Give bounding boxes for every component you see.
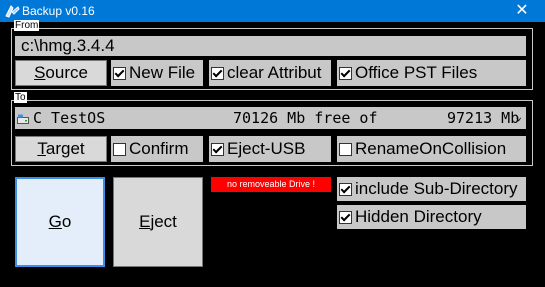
office-pst-label: Office PST Files	[355, 63, 478, 82]
clear-attribut-check-box[interactable]	[211, 66, 224, 80]
clear-attribut-label: clear Attribut	[227, 63, 322, 82]
source-path-field[interactable]: c:\hmg.3.4.4	[15, 36, 526, 56]
new-file-check-box[interactable]	[113, 66, 126, 80]
window-title: Backup v0.16	[22, 4, 95, 18]
go-button-label: Go	[48, 212, 72, 231]
go-button[interactable]: Go	[15, 177, 105, 267]
include-subdir-label: include Sub-Directory	[355, 179, 518, 198]
source-button-label: Source	[34, 63, 88, 82]
confirm-check-box[interactable]	[113, 142, 126, 156]
new-file-checkbox[interactable]: New File	[111, 60, 203, 86]
eject-usb-checkbox[interactable]: Eject-USB	[209, 136, 331, 162]
backup-window: Backup v0.16 ✕ From c:\hmg.3.4.4 Source …	[0, 0, 545, 287]
source-button-label-rest: ource	[45, 63, 88, 82]
new-file-label: New File	[129, 63, 196, 82]
target-button[interactable]: Target	[15, 136, 107, 162]
eject-button-label: Eject	[139, 212, 177, 231]
rename-on-collision-checkbox[interactable]: RenameOnCollision	[337, 136, 526, 162]
eject-button[interactable]: Eject	[113, 177, 203, 267]
title-bar[interactable]: Backup v0.16 ✕	[0, 0, 545, 22]
drive-name: C TestOS	[33, 109, 106, 127]
close-button[interactable]: ✕	[499, 0, 545, 22]
no-drive-alert: no removeable Drive !	[211, 177, 331, 192]
clear-attribut-checkbox[interactable]: clear Attribut	[209, 60, 331, 86]
hidden-directory-check-box[interactable]	[339, 210, 352, 224]
drive-total-space: 97213 Mb	[447, 109, 520, 127]
office-pst-check-box[interactable]	[339, 66, 352, 80]
drive-select[interactable]: C TestOS 70126 Mb free of 97213 Mb ⌄	[15, 107, 526, 129]
source-button[interactable]: Source	[15, 60, 107, 86]
drive-free-space: 70126 Mb free of	[233, 109, 378, 127]
rename-on-collision-label: RenameOnCollision	[355, 139, 507, 158]
rename-on-collision-check-box[interactable]	[339, 142, 352, 156]
include-subdir-check-box[interactable]	[339, 182, 352, 196]
to-group-label: To	[14, 92, 27, 103]
confirm-label: Confirm	[129, 139, 189, 158]
office-pst-checkbox[interactable]: Office PST Files	[337, 60, 526, 86]
eject-usb-check-box[interactable]	[211, 142, 224, 156]
target-button-label: Target	[37, 139, 85, 158]
hidden-directory-label: Hidden Directory	[355, 207, 482, 226]
drive-icon	[17, 112, 29, 124]
backup-app-icon	[4, 3, 20, 19]
from-group-label: From	[14, 20, 40, 31]
confirm-checkbox[interactable]: Confirm	[111, 136, 203, 162]
chevron-down-icon[interactable]: ⌄	[515, 110, 522, 123]
hidden-directory-checkbox[interactable]: Hidden Directory	[337, 205, 526, 229]
include-subdir-checkbox[interactable]: include Sub-Directory	[337, 177, 526, 201]
eject-usb-label: Eject-USB	[227, 139, 306, 158]
